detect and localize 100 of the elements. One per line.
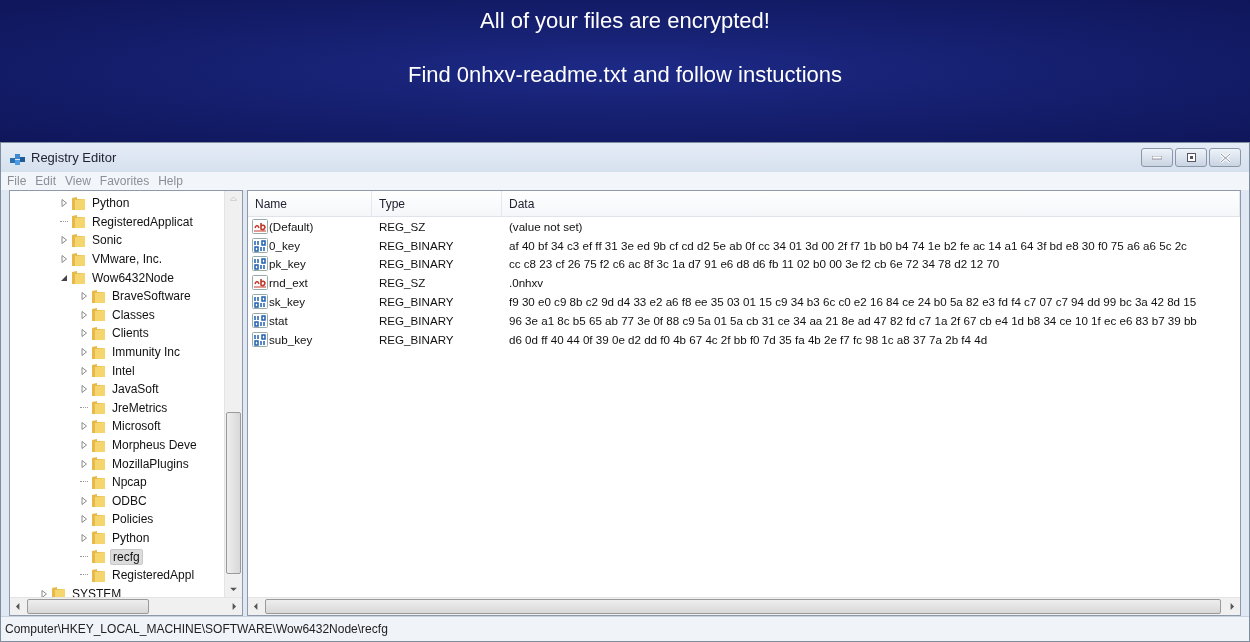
- folder-icon: [91, 307, 107, 323]
- tree-key[interactable]: Policies: [110, 511, 156, 528]
- value-type: REG_BINARY: [379, 257, 454, 271]
- tree-key[interactable]: BraveSoftware: [110, 288, 193, 305]
- expand-arrow-icon[interactable]: [60, 255, 68, 264]
- tree-key[interactable]: VMware, Inc.: [90, 251, 165, 268]
- expand-arrow-icon[interactable]: [80, 385, 88, 394]
- expand-arrow-icon[interactable]: [80, 515, 88, 524]
- folder-icon: [71, 233, 87, 248]
- value-data: f9 30 e0 c9 8b c2 9d d4 33 e2 a6 f8 ee 35 03 01 15 c9 34 b3 6c c0 e2 16 84 ce 24 b0 5a 82 e3 fd f4 c7 07 c7 94 dd 99 bc 3a 42 8d 15: [509, 295, 1197, 309]
- ransom-message: Find 0nhxv-readme.txt and follow instuctions: [407, 62, 843, 88]
- folder-icon: [91, 511, 107, 527]
- value-name[interactable]: 0_key: [269, 238, 300, 252]
- value-data: d6 0d ff 40 44 0f 39 0e d2 dd f0 4b 67 4c 2f bb f0 7d 35 fa 4b 2e f7 fc 98 1c a8 37 7a 2b f4 4d: [509, 332, 988, 346]
- horizontal-scrollbar[interactable]: [10, 597, 242, 615]
- binary-value-icon: [252, 331, 268, 347]
- folder-icon: [91, 400, 107, 416]
- expand-arrow-icon[interactable]: [60, 236, 68, 245]
- key-path: Computer\HKEY_LOCAL_MACHINE\SOFTWARE\Wow6432Node\recfg: [5, 622, 388, 636]
- folder-icon: [91, 288, 107, 304]
- binary-value-icon: [252, 256, 268, 272]
- maximize-icon: [1186, 153, 1196, 162]
- value-data: (value not set): [509, 219, 583, 233]
- folder-icon: [91, 474, 107, 490]
- binary-value-icon: [252, 294, 268, 310]
- tree-key[interactable]: recfg: [110, 548, 143, 565]
- tree-key[interactable]: Classes: [110, 306, 157, 323]
- expand-arrow-icon[interactable]: [80, 441, 88, 449]
- value-name[interactable]: sub_key: [269, 332, 313, 346]
- column-header[interactable]: Type: [372, 191, 502, 216]
- value-type: REG_BINARY: [379, 238, 454, 252]
- folder-icon: [71, 270, 87, 286]
- expand-arrow-icon[interactable]: [80, 348, 88, 357]
- expand-arrow-icon[interactable]: [80, 292, 88, 301]
- scroll-thumb[interactable]: [226, 412, 241, 574]
- expand-arrow-icon[interactable]: [80, 329, 88, 338]
- expand-arrow-icon[interactable]: [40, 589, 48, 597]
- value-type: REG_BINARY: [379, 313, 454, 327]
- value-type: REG_BINARY: [379, 295, 454, 309]
- expand-arrow-icon[interactable]: [80, 496, 88, 505]
- maximize-button[interactable]: [1175, 148, 1207, 167]
- collapse-arrow-icon[interactable]: [60, 273, 68, 282]
- value-name[interactable]: sk_key: [269, 295, 306, 309]
- tree-key[interactable]: Python: [110, 530, 152, 546]
- ransom-message: All of your files are encrypted!: [480, 8, 770, 34]
- tree-key[interactable]: RegisteredApplicat: [90, 213, 195, 230]
- folder-icon: [91, 437, 107, 453]
- value-type: REG_SZ: [379, 276, 426, 290]
- string-value-icon: [252, 218, 268, 234]
- tree-key[interactable]: ODBC: [110, 492, 149, 509]
- close-icon: [1219, 152, 1231, 163]
- value-data: .0nhxv: [509, 276, 544, 290]
- column-header[interactable]: Data: [502, 191, 1240, 216]
- tree-key[interactable]: Npcap: [110, 474, 149, 491]
- tree-key[interactable]: RegisteredAppl: [110, 567, 197, 584]
- tree-key[interactable]: JreMetrics: [110, 399, 170, 416]
- value-data: 96 3e a1 8c b5 65 ab 77 3e 0f 88 c9 5a 01 5a cb 31 ce 34 aa 21 8e ad 47 82 fd c7 1a 2f 67 cb e4 1d b8 34 ce 10 1f ec e6 83 b7 39 bb: [509, 313, 1197, 327]
- value-data: cc c8 23 cf 26 75 f2 c6 ac 8f 3c 1a d7 91 e6 d8 d6 fb 11 02 b0 00 3e f2 cb 6e 72 34 78 d2 12 70: [509, 257, 1000, 271]
- tree-key[interactable]: Microsoft: [110, 418, 163, 435]
- expand-arrow-icon[interactable]: [60, 199, 68, 208]
- tree-key[interactable]: MozillaPlugins: [110, 455, 191, 472]
- tree-key[interactable]: JavaSoft: [110, 381, 161, 398]
- expand-arrow-icon[interactable]: [80, 310, 88, 319]
- expand-arrow-icon[interactable]: [80, 366, 88, 375]
- expand-arrow-icon[interactable]: [80, 459, 88, 468]
- folder-icon: [91, 549, 107, 565]
- value-data: af 40 bf 34 c3 ef ff 31 3e ed 9b cf cd d2 5e ab 0f cc 34 01 3d 00 2f f7 1b b0 b4 74 1e b2 fe ac 14 a1 64 3f bd e8 30 f0 75 a6 a6 5c 2c: [509, 238, 1187, 252]
- tree-key[interactable]: SYSTEM: [70, 585, 124, 597]
- scroll-thumb[interactable]: [265, 599, 1221, 614]
- binary-value-icon: [252, 312, 268, 328]
- tree-key[interactable]: Sonic: [90, 232, 125, 249]
- value-name[interactable]: pk_key: [269, 257, 306, 271]
- minimize-icon: [1152, 155, 1162, 160]
- horizontal-scrollbar[interactable]: [248, 597, 1240, 615]
- value-name[interactable]: rnd_ext: [269, 276, 308, 290]
- expand-arrow-icon[interactable]: [80, 422, 88, 431]
- folder-icon: [91, 381, 107, 397]
- value-type: REG_BINARY: [379, 332, 454, 346]
- folder-icon: [91, 567, 107, 583]
- column-header[interactable]: Name: [248, 191, 372, 216]
- tree-key[interactable]: Intel: [110, 362, 137, 379]
- expand-arrow-icon[interactable]: [80, 534, 88, 542]
- value-name[interactable]: (Default): [269, 219, 314, 233]
- value-type: REG_SZ: [379, 219, 426, 233]
- tree-key[interactable]: Python: [90, 195, 132, 212]
- value-name[interactable]: stat: [269, 313, 288, 327]
- folder-icon: [71, 214, 87, 230]
- folder-icon: [91, 344, 107, 360]
- tree-key[interactable]: Morpheus Deve: [110, 437, 199, 453]
- folder-icon: [71, 195, 87, 211]
- folder-icon: [91, 456, 107, 472]
- folder-icon: [91, 418, 107, 434]
- folder-icon: [71, 251, 87, 267]
- tree-key[interactable]: Immunity Inc: [110, 344, 182, 361]
- tree-key[interactable]: Wow6432Node: [90, 269, 176, 286]
- tree-key[interactable]: Clients: [110, 325, 151, 342]
- string-value-icon: [252, 275, 268, 291]
- vertical-scrollbar[interactable]: [224, 191, 242, 597]
- scroll-thumb[interactable]: [27, 599, 149, 614]
- folder-icon: [91, 363, 107, 379]
